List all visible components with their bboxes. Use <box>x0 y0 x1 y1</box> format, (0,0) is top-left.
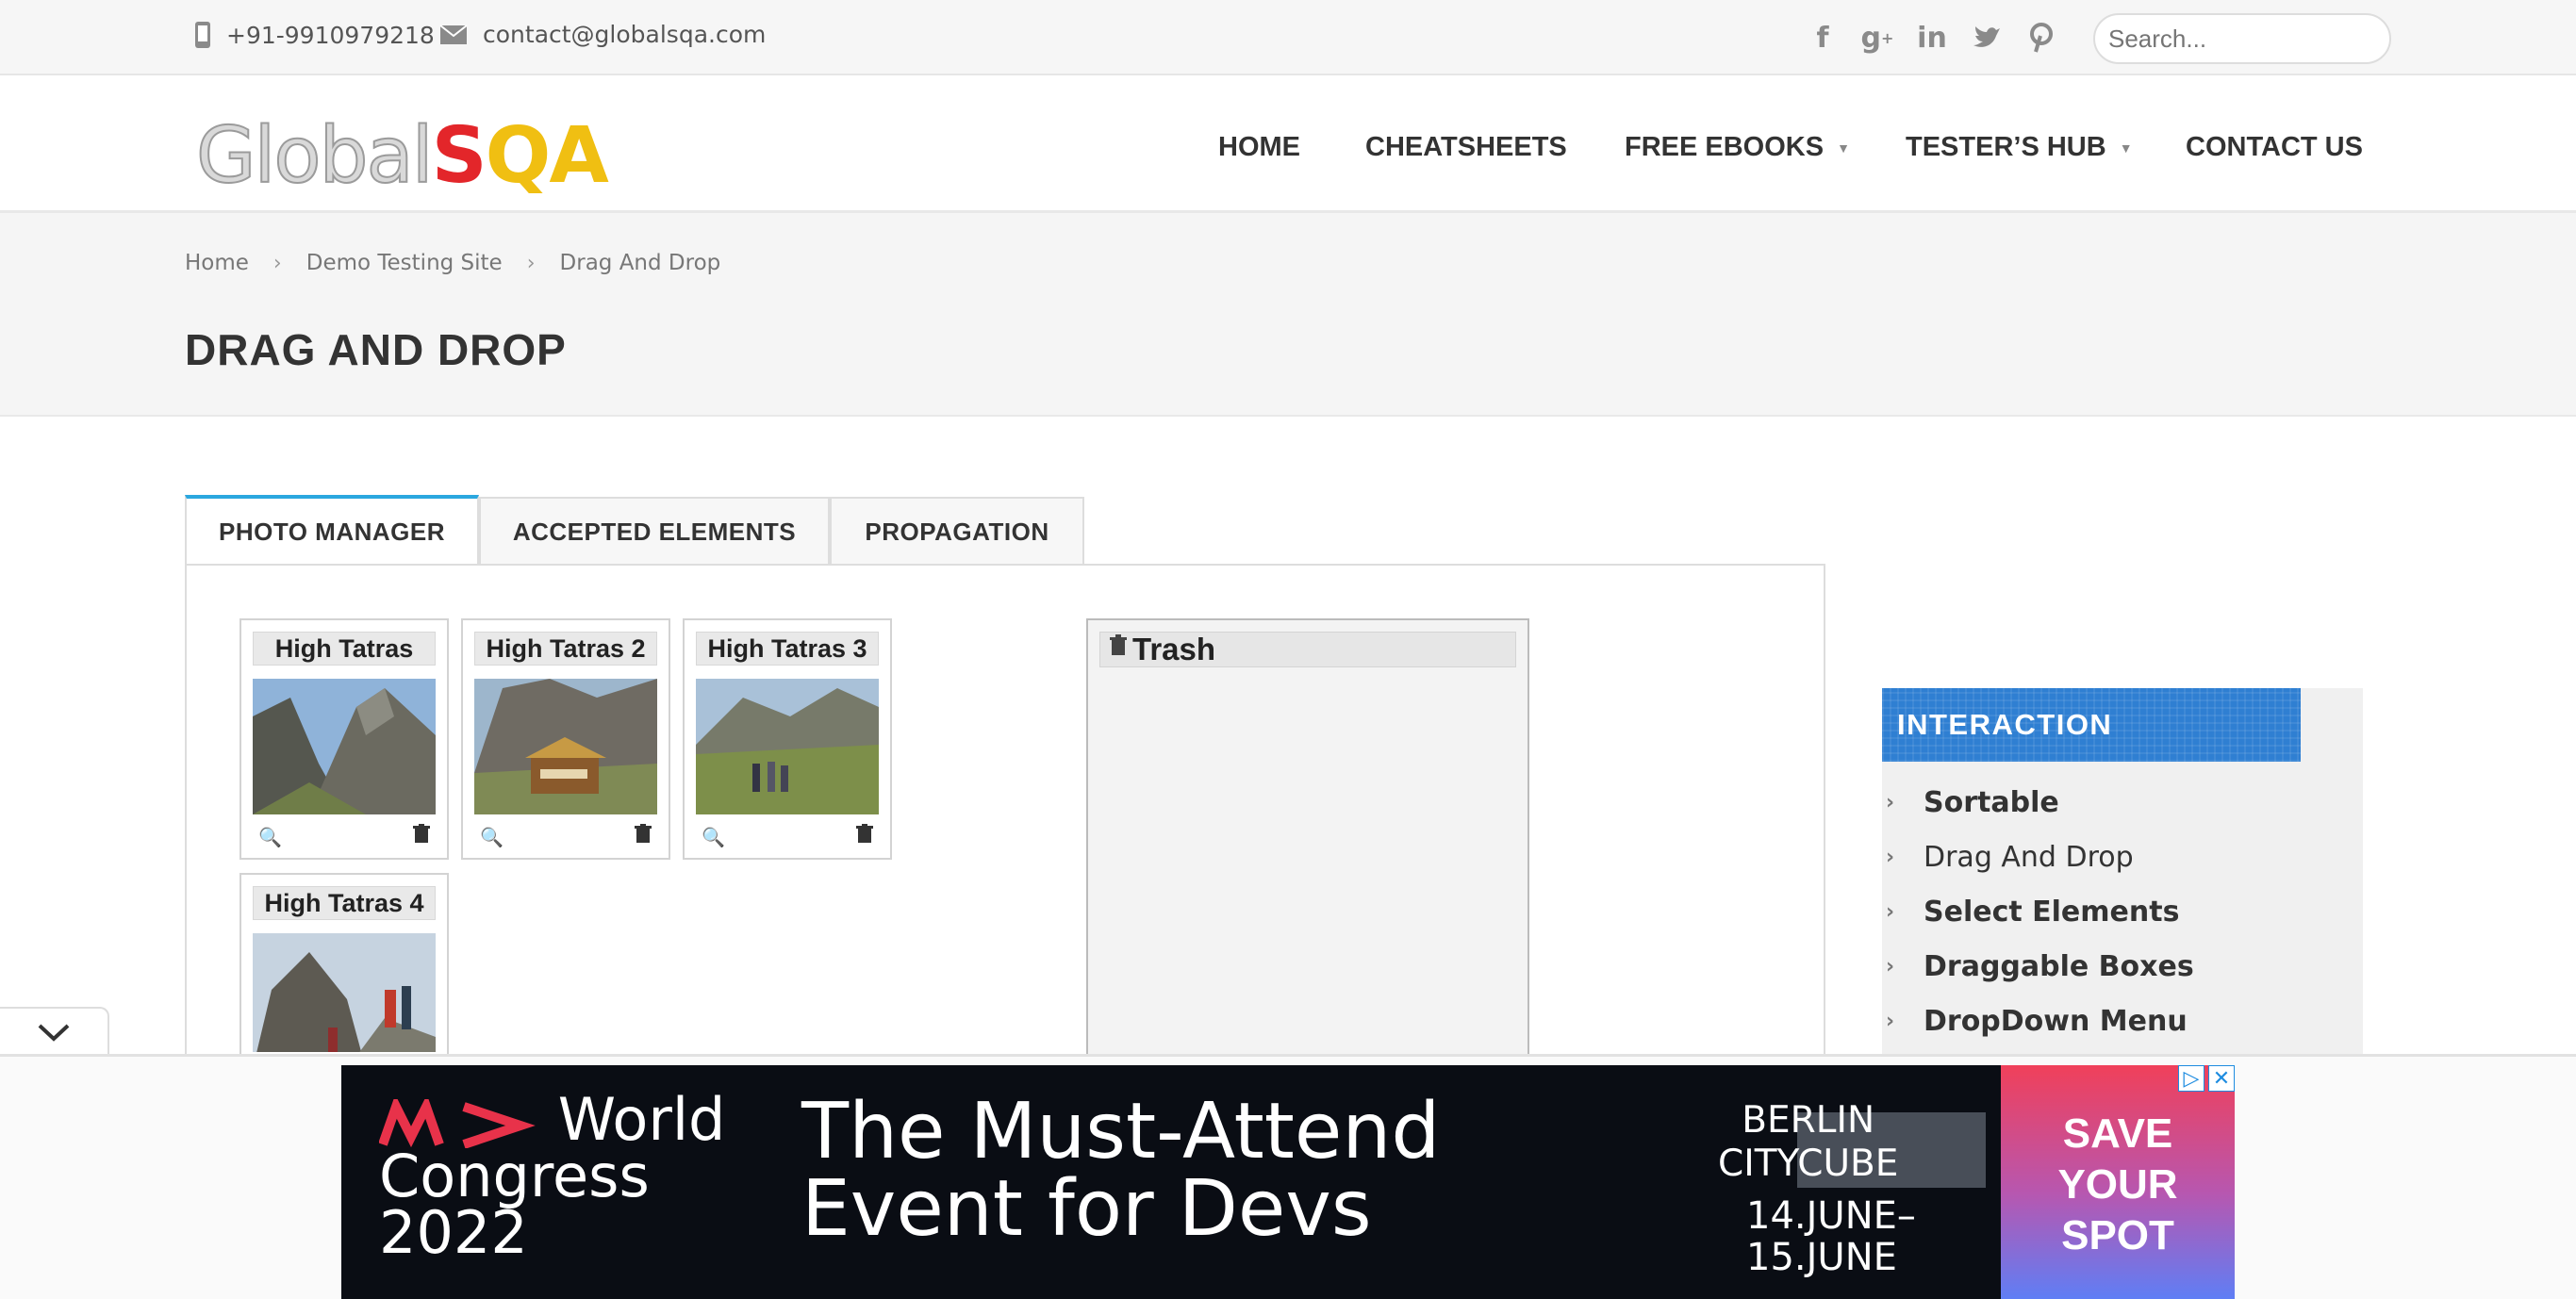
ad-dates: 14.JUNE– 15.JUNE <box>1746 1194 1916 1279</box>
ad-controls: ▷ ✕ <box>2178 1065 2235 1092</box>
search-input[interactable] <box>2108 24 2424 54</box>
chevron-right-icon: › <box>1886 955 1895 978</box>
trash-title: Trash <box>1132 632 1216 666</box>
zoom-icon[interactable]: 🔍 <box>480 826 504 849</box>
trash-header: Trash <box>1099 632 1516 667</box>
sidebar-item-draggable-boxes[interactable]: › Draggable Boxes <box>1886 950 2194 983</box>
sidebar-heading: INTERACTION <box>1882 688 2301 762</box>
chevron-down-icon <box>38 1024 70 1042</box>
chevron-down-icon: ▼ <box>1837 140 1850 156</box>
advertisement-banner[interactable]: World Congress 2022 The Must-Attend Even… <box>341 1065 2235 1299</box>
close-icon[interactable]: ✕ <box>2208 1065 2235 1092</box>
trash-icon[interactable] <box>413 824 430 843</box>
social-links: f g + in <box>1806 21 2058 55</box>
breadcrumb-current: Drag And Drop <box>559 251 721 275</box>
site-logo[interactable]: GlobalSQA <box>195 110 609 202</box>
breadcrumb-home[interactable]: Home <box>185 251 249 275</box>
trash-icon[interactable] <box>856 824 873 843</box>
breadcrumb: Home › Demo Testing Site › Drag And Drop <box>185 251 720 275</box>
gallery-item[interactable]: High Tatras 2 🔍 <box>461 618 670 860</box>
chevron-right-icon: › <box>1886 791 1895 814</box>
ad-brand: World Congress 2022 <box>378 1085 726 1267</box>
top-bar: +91-9910979218 contact@globalsqa.com f g… <box>0 0 2576 75</box>
chevron-right-icon: › <box>1886 1010 1895 1033</box>
twitter-icon[interactable] <box>1970 21 2004 55</box>
trash-dropzone[interactable]: Trash <box>1086 618 1529 1061</box>
ad-location: BERLIN CITYCUBE <box>1718 1099 1899 1185</box>
sidebar-item-dropdown-menu[interactable]: › DropDown Menu <box>1886 1005 2188 1038</box>
pinterest-icon[interactable] <box>2024 21 2058 55</box>
site-header: GlobalSQA HOME CHEATSHEETS FREE EBOOKS ▼ … <box>0 75 2576 213</box>
trash-icon <box>1110 634 1127 655</box>
gallery-item-title: High Tatras 4 <box>253 886 436 920</box>
tab-photo-manager[interactable]: PHOTO MANAGER <box>185 495 479 565</box>
zoom-icon[interactable]: 🔍 <box>258 826 282 849</box>
sidebar-item-sortable[interactable]: › Sortable <box>1886 786 2059 819</box>
ad-info-icon[interactable]: ▷ <box>2178 1065 2204 1092</box>
photo-thumbnail[interactable] <box>253 679 436 814</box>
nav-cheatsheets[interactable]: CHEATSHEETS <box>1365 132 1567 163</box>
mail-icon <box>439 24 468 44</box>
gallery-item-title: High Tatras 2 <box>474 632 657 666</box>
phone-icon <box>195 22 210 48</box>
tab-accepted-elements[interactable]: ACCEPTED ELEMENTS <box>479 497 830 565</box>
breadcrumb-demo-testing-site[interactable]: Demo Testing Site <box>306 251 503 275</box>
nav-free-ebooks[interactable]: FREE EBOOKS ▼ <box>1625 132 1850 163</box>
sidebar-item-select-elements[interactable]: › Select Elements <box>1886 896 2179 929</box>
nav-contact-us[interactable]: CONTACT US <box>2186 132 2363 163</box>
gallery-item[interactable]: High Tatras 4 <box>239 873 449 1061</box>
linkedin-icon[interactable]: in <box>1915 21 1949 55</box>
gallery-item-title: High Tatras 3 <box>696 632 879 666</box>
page-title: DRAG AND DROP <box>185 325 567 374</box>
gallery-item[interactable]: High Tatras 🔍 <box>239 618 449 860</box>
ad-headline: The Must-Attend Event for Devs <box>801 1087 1441 1254</box>
nav-testers-hub[interactable]: TESTER’S HUB ▼ <box>1906 132 2133 163</box>
photo-thumbnail[interactable] <box>474 679 657 814</box>
zoom-icon[interactable]: 🔍 <box>702 826 725 849</box>
page-header-band: Home › Demo Testing Site › Drag And Drop… <box>0 213 2576 417</box>
facebook-icon[interactable]: f <box>1806 21 1840 55</box>
photo-thumbnail[interactable] <box>696 679 879 814</box>
tab-propagation[interactable]: PROPAGATION <box>830 497 1084 565</box>
chevron-right-icon: › <box>272 251 282 275</box>
trash-icon[interactable] <box>635 824 652 843</box>
search-box <box>2093 13 2424 64</box>
google-plus-icon[interactable]: g + <box>1860 21 1894 55</box>
nav-home[interactable]: HOME <box>1218 132 1300 163</box>
chevron-right-icon: › <box>1886 846 1895 869</box>
email-contact[interactable]: contact@globalsqa.com <box>439 21 766 48</box>
gallery-item-title: High Tatras <box>253 632 436 666</box>
phone-number: +91-9910979218 <box>226 21 435 49</box>
chevron-right-icon: › <box>1886 900 1895 924</box>
ad-cta-button[interactable]: SAVE YOUR SPOT <box>2001 1065 2235 1299</box>
photo-thumbnail[interactable] <box>253 933 436 1052</box>
email-address[interactable]: contact@globalsqa.com <box>483 21 766 48</box>
chevron-right-icon: › <box>526 251 536 275</box>
phone-contact: +91-9910979218 <box>194 21 435 49</box>
ad-collapse-button[interactable] <box>0 1007 109 1056</box>
chevron-down-icon: ▼ <box>2119 140 2133 156</box>
sidebar-item-drag-and-drop[interactable]: › Drag And Drop <box>1886 841 2134 874</box>
gallery-item[interactable]: High Tatras 3 🔍 <box>683 618 892 860</box>
